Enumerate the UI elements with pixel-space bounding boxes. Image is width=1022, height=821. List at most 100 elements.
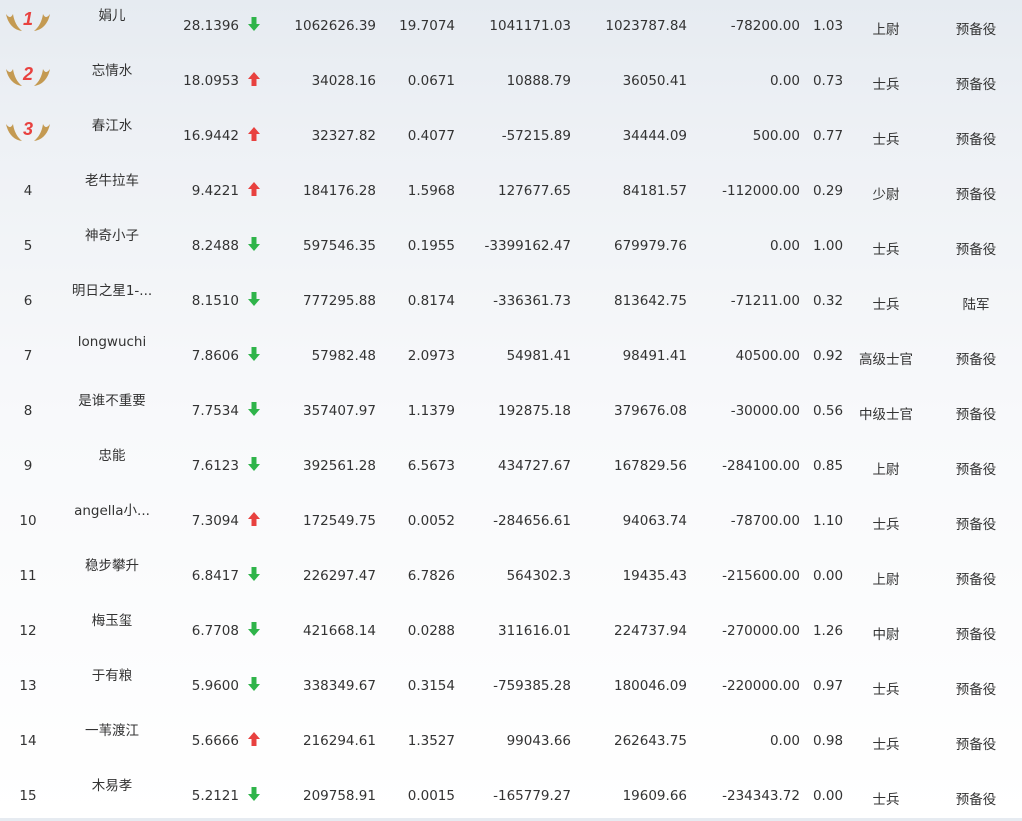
value-col-3: -165779.27 (493, 788, 571, 804)
military-rank: 高级士官 (859, 352, 913, 368)
value-col-4: 1023787.84 (605, 18, 687, 34)
value-col-5: -78200.00 (730, 18, 800, 34)
table-row[interactable]: 9 忠能 7.6123 392561.28 6.5673 434727.67 1… (0, 436, 1022, 491)
arrow-down-icon (247, 16, 261, 32)
value-col-2: 0.8174 (407, 293, 455, 309)
military-rank: 士兵 (872, 517, 900, 533)
value-col-6: 0.77 (812, 128, 844, 144)
value-col-1: 32327.82 (311, 128, 376, 144)
value-col-1: 209758.91 (302, 788, 376, 804)
table-row[interactable]: 5 神奇小子 8.2488 597546.35 0.1955 -3399162.… (0, 216, 1022, 271)
military-rank: 士兵 (872, 132, 900, 148)
svg-text:3: 3 (23, 119, 33, 139)
score-value: 8.1510 (191, 293, 239, 309)
value-col-2: 0.4077 (407, 128, 455, 144)
user-name-link[interactable]: 神奇小子 (56, 224, 168, 244)
value-col-5: 0.00 (769, 238, 800, 254)
value-col-5: -112000.00 (722, 183, 800, 199)
score-value: 7.7534 (191, 403, 239, 419)
value-col-5: -215600.00 (722, 568, 800, 584)
value-col-3: 127677.65 (497, 183, 571, 199)
score-value: 6.7708 (191, 623, 239, 639)
military-rank: 士兵 (872, 242, 900, 258)
table-row[interactable]: 8 是谁不重要 7.7534 357407.97 1.1379 192875.1… (0, 381, 1022, 436)
score-value: 18.0953 (183, 73, 239, 89)
value-col-2: 0.0288 (407, 623, 455, 639)
table-row[interactable]: 4 老牛拉车 9.4221 184176.28 1.5968 127677.65… (0, 161, 1022, 216)
value-col-4: 19435.43 (622, 568, 687, 584)
table-row[interactable]: 11 稳步攀升 6.8417 226297.47 6.7826 564302.3… (0, 546, 1022, 601)
value-col-5: 500.00 (752, 128, 800, 144)
arrow-down-icon (247, 621, 261, 637)
score-value: 7.6123 (191, 458, 239, 474)
table-row[interactable]: 10 angella小... 7.3094 172549.75 0.0052 -… (0, 491, 1022, 546)
table-row[interactable]: 15 木易孝 5.2121 209758.91 0.0015 -165779.2… (0, 766, 1022, 821)
value-col-6: 0.00 (812, 568, 844, 584)
user-name-link[interactable]: 梅玉玺 (56, 609, 168, 629)
military-rank: 上尉 (872, 572, 900, 588)
user-name-link[interactable]: 于有粮 (56, 664, 168, 684)
value-col-4: 94063.74 (622, 513, 687, 529)
arrow-up-icon (247, 126, 261, 142)
arrow-down-icon (247, 566, 261, 582)
military-rank: 中尉 (872, 627, 900, 643)
table-row[interactable]: 13 于有粮 5.9600 338349.67 0.3154 -759385.2… (0, 656, 1022, 711)
branch-label: 预备役 (955, 242, 997, 258)
branch-label: 预备役 (955, 407, 997, 423)
branch-label: 预备役 (955, 737, 997, 753)
medal-wings-icon: 1 (6, 9, 50, 31)
table-row[interactable]: 3 春江水 16.9442 32327.82 0.4077 -57215.89 … (0, 106, 1022, 161)
value-col-6: 0.00 (812, 788, 844, 804)
value-col-3: 434727.67 (497, 458, 571, 474)
table-row[interactable]: 12 梅玉玺 6.7708 421668.14 0.0288 311616.01… (0, 601, 1022, 656)
user-name-link[interactable]: 明日之星1-... (56, 279, 168, 299)
value-col-6: 1.00 (812, 238, 844, 254)
user-name-link[interactable]: longwuchi (56, 334, 168, 350)
user-name-link[interactable]: 一苇渡江 (56, 719, 168, 739)
user-name-link[interactable]: 娟儿 (56, 4, 168, 24)
rank-number: 13 (19, 678, 37, 694)
value-col-4: 84181.57 (622, 183, 687, 199)
user-name-link[interactable]: 忠能 (56, 444, 168, 464)
value-col-5: -270000.00 (722, 623, 800, 639)
military-rank: 中级士官 (859, 407, 913, 423)
value-col-2: 1.5968 (407, 183, 455, 199)
user-name-link[interactable]: angella小... (56, 499, 168, 519)
value-col-4: 167829.56 (613, 458, 687, 474)
score-value: 5.9600 (191, 678, 239, 694)
table-row[interactable]: 7 longwuchi 7.8606 57982.48 2.0973 54981… (0, 326, 1022, 381)
rank-number: 15 (19, 788, 37, 804)
value-col-4: 19609.66 (622, 788, 687, 804)
military-rank: 上尉 (872, 462, 900, 478)
user-name-link[interactable]: 忘情水 (56, 59, 168, 79)
value-col-4: 180046.09 (613, 678, 687, 694)
value-col-5: 0.00 (769, 73, 800, 89)
value-col-3: -759385.28 (493, 678, 571, 694)
rank-number: 12 (19, 623, 37, 639)
rank-number: 4 (23, 183, 33, 199)
user-name-link[interactable]: 木易孝 (56, 774, 168, 794)
value-col-3: -336361.73 (493, 293, 571, 309)
arrow-up-icon (247, 71, 261, 87)
table-row[interactable]: 1 娟儿 28.1396 1062626.39 19.7074 1041171.… (0, 0, 1022, 51)
table-row[interactable]: 6 明日之星1-... 8.1510 777295.88 0.8174 -336… (0, 271, 1022, 326)
value-col-6: 1.10 (812, 513, 844, 529)
user-name-link[interactable]: 是谁不重要 (56, 389, 168, 409)
table-row[interactable]: 2 忘情水 18.0953 34028.16 0.0671 10888.79 3… (0, 51, 1022, 106)
user-name-link[interactable]: 老牛拉车 (56, 169, 168, 189)
rank-number: 9 (23, 458, 33, 474)
value-col-1: 338349.67 (302, 678, 376, 694)
user-name-link[interactable]: 稳步攀升 (56, 554, 168, 574)
rank-number: 10 (19, 513, 37, 529)
value-col-6: 0.56 (812, 403, 844, 419)
rank-number: 7 (23, 348, 33, 364)
value-col-1: 226297.47 (302, 568, 376, 584)
branch-label: 预备役 (955, 572, 997, 588)
value-col-5: -78700.00 (730, 513, 800, 529)
table-row[interactable]: 14 一苇渡江 5.6666 216294.61 1.3527 99043.66… (0, 711, 1022, 766)
value-col-6: 0.92 (812, 348, 844, 364)
military-rank: 士兵 (872, 737, 900, 753)
user-name-link[interactable]: 春江水 (56, 114, 168, 134)
arrow-down-icon (247, 676, 261, 692)
branch-label: 预备役 (955, 132, 997, 148)
